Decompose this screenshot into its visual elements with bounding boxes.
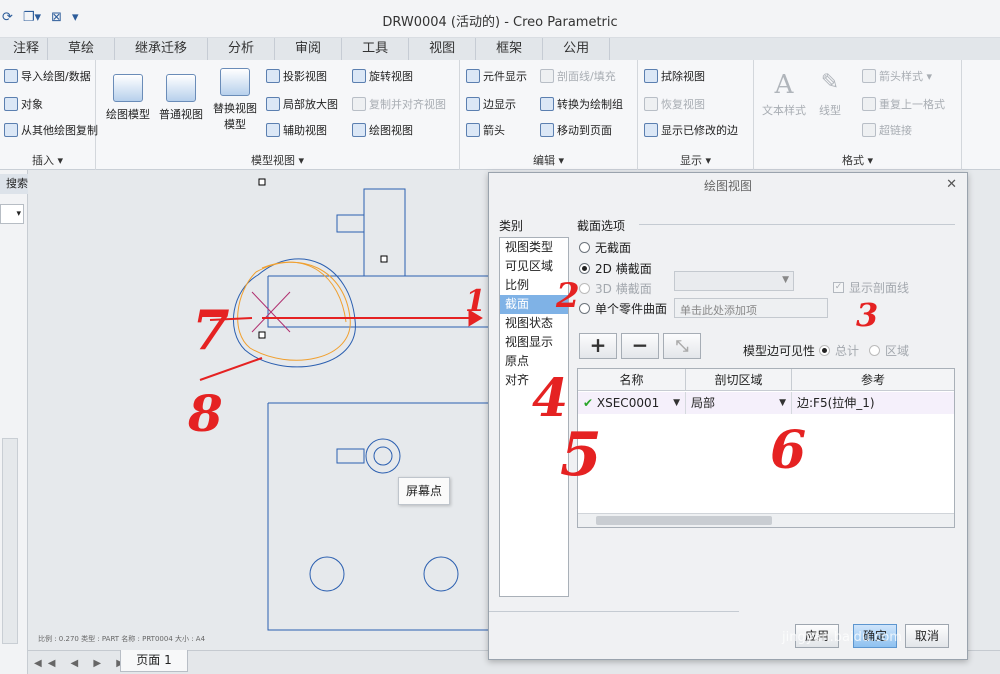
handle-top [258, 178, 266, 186]
visibility-area-radio[interactable]: 区域 [869, 342, 909, 359]
add-item-input[interactable]: 单击此处添加项 [674, 298, 828, 318]
section-options-label: 截面选项 [577, 219, 626, 233]
section-3d-radio[interactable]: 3D 横截面 [579, 280, 652, 297]
column-header-name[interactable]: 名称 [578, 369, 686, 391]
drawing-hole-left [309, 556, 345, 592]
table-row-region-cell[interactable]: 局部 ▼ [686, 392, 792, 414]
visibility-total-radio[interactable]: 总计 [819, 342, 859, 359]
single-part-surface-radio[interactable]: 单个零件曲面 [579, 300, 667, 317]
section-3d-dropdown[interactable]: ▼ [674, 271, 794, 291]
cancel-button[interactable]: 取消 [905, 624, 949, 648]
flip-section-button[interactable]: ⤡ [663, 333, 701, 359]
section-options-divider [639, 224, 955, 225]
drawing-lower-view-outline [267, 402, 490, 631]
drawing-hole-right [423, 556, 459, 592]
drawing-body-outline [267, 275, 490, 328]
category-view-type[interactable]: 视图类型 [500, 238, 568, 257]
handle-bottom [258, 331, 266, 339]
drawing-small-rect [336, 214, 365, 233]
category-label: 类别 [499, 219, 524, 233]
annotation-3: 3 [856, 296, 879, 334]
remove-section-button[interactable]: − [621, 333, 659, 359]
chevron-down-icon: ▼ [779, 398, 786, 408]
annotation-1: 1 [465, 284, 486, 319]
dialog-divider [489, 611, 739, 612]
column-header-reference[interactable]: 参考 [792, 369, 954, 391]
screen-point-tooltip: 屏幕点 [398, 477, 450, 505]
annotation-5: 5 [560, 420, 602, 490]
detail-spline-orange-2 [261, 261, 347, 323]
detail-center-cross-icon [251, 291, 291, 333]
watermark: jingyan.baidu.com [782, 630, 902, 645]
section-table: 名称 剖切区域 参考 ✔ XSEC0001 ▼ 局部 ▼ 边:F5(拉伸_1) [577, 368, 955, 528]
chevron-down-icon: ▼ [782, 275, 789, 285]
drawing-circle-outer [365, 438, 401, 474]
annotation-7: 7 [192, 298, 230, 362]
no-section-radio[interactable]: 无截面 [579, 239, 631, 256]
sheet-tab-page-1[interactable]: 页面 1 [120, 650, 188, 672]
annotation-2: 2 [556, 276, 580, 316]
drawing-circle-inner [373, 446, 393, 466]
handle-right [380, 255, 388, 263]
drawing-status-text: 比例 : 0.270 类型 : PART 名称 : PRT0004 大小 : A… [38, 635, 206, 643]
annotation-8: 8 [188, 384, 223, 443]
table-horizontal-scrollbar[interactable] [578, 513, 954, 527]
annotation-6: 6 [770, 420, 807, 481]
close-icon[interactable]: ✕ [946, 177, 957, 192]
detail-boundary-blue [232, 258, 356, 368]
dialog-title: 绘图视图 [703, 179, 752, 193]
category-view-states[interactable]: 视图状态 [500, 314, 568, 333]
category-view-display[interactable]: 视图显示 [500, 333, 568, 352]
section-2d-radio[interactable]: 2D 横截面 [579, 260, 652, 277]
add-section-button[interactable]: + [579, 333, 617, 359]
check-icon: ✔ [583, 396, 594, 410]
scrollbar-thumb[interactable] [596, 516, 772, 525]
drawing-lower-small-rect [336, 448, 365, 464]
show-section-line-checkbox[interactable]: ✓ 显示剖面线 [833, 279, 909, 296]
drawing-boss-outline [363, 188, 406, 277]
table-row-reference-cell[interactable]: 边:F5(拉伸_1) [792, 392, 954, 414]
model-edge-visibility-label: 模型边可见性 [743, 344, 816, 358]
category-visible-area[interactable]: 可见区域 [500, 257, 568, 276]
column-header-region[interactable]: 剖切区域 [686, 369, 792, 391]
chevron-down-icon: ▼ [673, 398, 680, 408]
table-row-name-cell[interactable]: ✔ XSEC0001 ▼ [578, 392, 686, 414]
